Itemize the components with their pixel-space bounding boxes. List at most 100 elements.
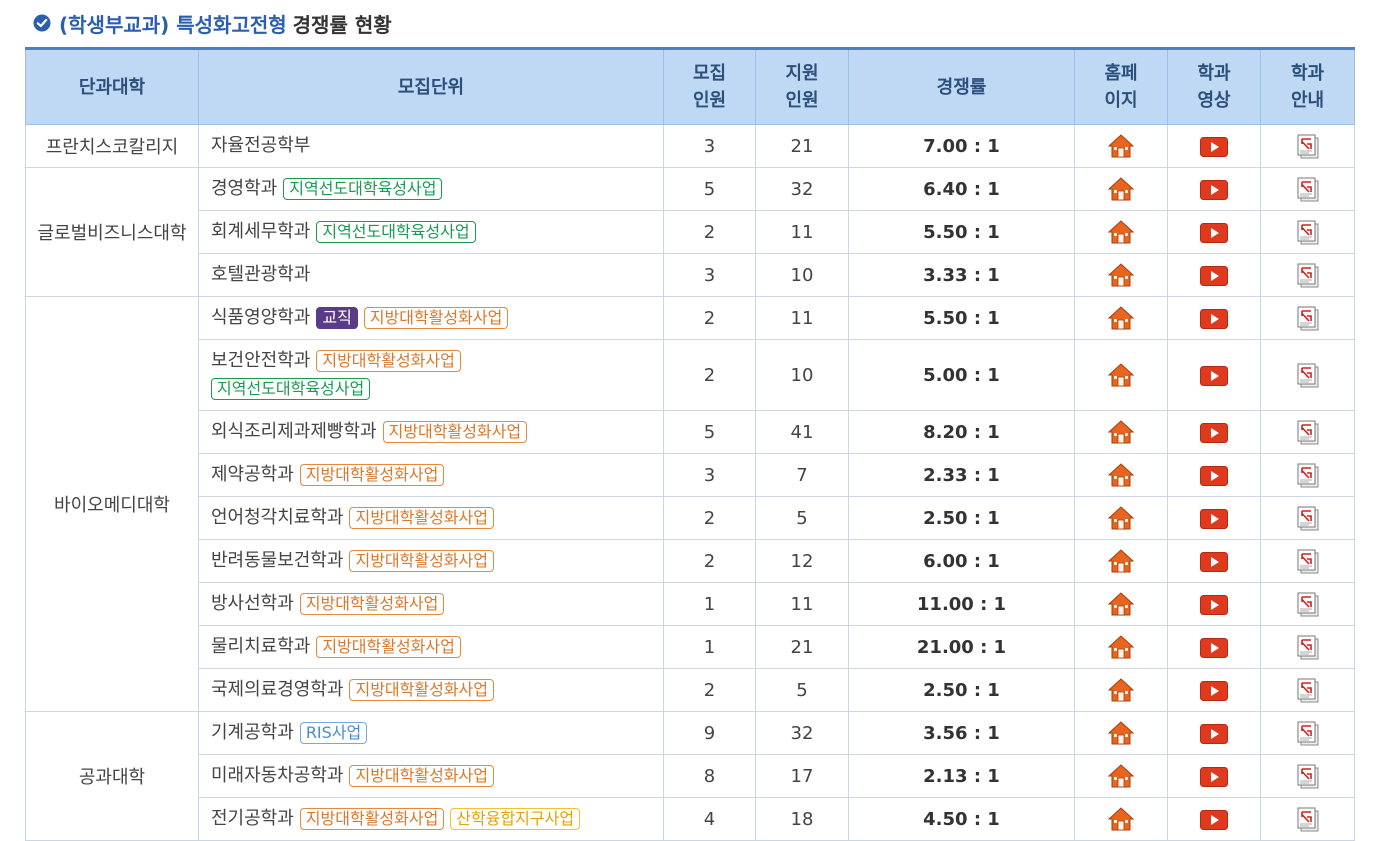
homepage-cell [1074, 124, 1168, 168]
guide-cell [1260, 496, 1355, 540]
quota-cell: 5 [663, 167, 756, 211]
unit-cell: 국제의료경영학과 지방대학활성화사업 [198, 668, 664, 712]
table-row: 글로벌비즈니스대학 경영학과 지역선도대학육성사업 5 32 6.40 : 1 [25, 167, 1355, 297]
project-tag: 지방대학활성화사업 [363, 307, 509, 329]
play-icon[interactable] [1200, 551, 1228, 572]
pdf-document-icon[interactable] [1295, 806, 1321, 832]
table-row: 물리치료학과 지방대학활성화사업 1 21 21.00 : 1 [26, 625, 1355, 669]
project-tag: 지역선도대학육성사업 [316, 221, 476, 243]
pdf-document-icon[interactable] [1295, 362, 1321, 388]
unit-cell: 전기공학과 지방대학활성화사업 산학융합지구사업 [198, 797, 664, 841]
ratio-cell: 2.50 : 1 [848, 496, 1075, 540]
home-icon[interactable] [1107, 591, 1135, 617]
play-icon[interactable] [1200, 766, 1228, 787]
unit-name: 국제의료경영학과 [211, 679, 344, 700]
project-tag: 지방대학활성화사업 [349, 765, 494, 787]
play-icon[interactable] [1200, 723, 1228, 744]
home-icon[interactable] [1107, 462, 1135, 488]
pdf-document-icon[interactable] [1295, 419, 1321, 445]
play-icon[interactable] [1200, 508, 1228, 529]
pdf-document-icon[interactable] [1295, 176, 1321, 202]
header-quota: 모집 인원 [663, 48, 756, 125]
project-tag: 지방대학활성화사업 [299, 808, 445, 830]
pdf-document-icon[interactable] [1295, 548, 1321, 574]
unit-name: 제약공학과 [211, 464, 294, 485]
video-cell [1167, 210, 1261, 254]
unit-cell: 호텔관광학과 [198, 253, 664, 297]
video-cell [1167, 539, 1261, 583]
pdf-document-icon[interactable] [1295, 133, 1321, 159]
header-applied: 지원 인원 [755, 48, 849, 125]
pdf-document-icon[interactable] [1295, 634, 1321, 660]
pdf-document-icon[interactable] [1295, 505, 1321, 531]
home-icon[interactable] [1107, 677, 1135, 703]
guide-cell [1260, 296, 1355, 340]
homepage-cell [1074, 296, 1168, 340]
home-icon[interactable] [1107, 219, 1135, 245]
home-icon[interactable] [1107, 548, 1135, 574]
home-icon[interactable] [1107, 806, 1135, 832]
play-icon[interactable] [1200, 179, 1228, 200]
table-row: 회계세무학과 지역선도대학육성사업 2 11 5.50 : 1 [26, 210, 1355, 254]
play-icon[interactable] [1200, 136, 1228, 157]
play-icon[interactable] [1200, 365, 1228, 386]
home-icon[interactable] [1107, 133, 1135, 159]
unit-name: 방사선학과 [211, 593, 294, 614]
header-unit: 모집단위 [198, 48, 664, 125]
table-row: 미래자동차공학과 지방대학활성화사업 8 17 2.13 : 1 [26, 754, 1355, 798]
video-cell [1167, 124, 1261, 168]
play-icon[interactable] [1200, 809, 1228, 830]
applied-cell: 10 [755, 253, 849, 297]
home-icon[interactable] [1107, 305, 1135, 331]
quota-cell: 1 [663, 582, 756, 626]
home-icon[interactable] [1107, 720, 1135, 746]
quota-cell: 8 [663, 754, 756, 798]
pdf-document-icon[interactable] [1295, 591, 1321, 617]
video-cell [1167, 339, 1261, 411]
project-tag: RIS사업 [299, 722, 368, 744]
unit-cell: 보건안전학과 지방대학활성화사업 지역선도대학육성사업 [198, 339, 664, 411]
homepage-cell [1074, 253, 1168, 297]
guide-cell [1260, 339, 1355, 411]
home-icon[interactable] [1107, 763, 1135, 789]
guide-cell [1260, 711, 1355, 755]
quota-cell: 2 [663, 339, 756, 411]
play-icon[interactable] [1200, 637, 1228, 658]
play-icon[interactable] [1200, 308, 1228, 329]
pdf-document-icon[interactable] [1295, 305, 1321, 331]
college-cell: 공과대학 [25, 711, 199, 841]
table-row: 외식조리제과제빵학과 지방대학활성화사업 5 41 8.20 : 1 [26, 410, 1355, 454]
homepage-cell [1074, 625, 1168, 669]
applied-cell: 18 [755, 797, 849, 841]
home-icon[interactable] [1107, 634, 1135, 660]
home-icon[interactable] [1107, 176, 1135, 202]
home-icon[interactable] [1107, 419, 1135, 445]
video-cell [1167, 668, 1261, 712]
pdf-document-icon[interactable] [1295, 462, 1321, 488]
play-icon[interactable] [1200, 680, 1228, 701]
play-icon[interactable] [1200, 594, 1228, 615]
home-icon[interactable] [1107, 362, 1135, 388]
project-tag: 지방대학활성화사업 [382, 421, 528, 443]
applied-cell: 17 [755, 754, 849, 798]
play-icon[interactable] [1200, 422, 1228, 443]
ratio-cell: 8.20 : 1 [848, 410, 1075, 454]
home-icon[interactable] [1107, 262, 1135, 288]
ratio-cell: 6.40 : 1 [848, 167, 1075, 211]
table-row: 보건안전학과 지방대학활성화사업 지역선도대학육성사업 2 10 5.00 : 1 [26, 339, 1355, 411]
ratio-cell: 2.33 : 1 [848, 453, 1075, 497]
quota-cell: 2 [663, 668, 756, 712]
play-icon[interactable] [1200, 222, 1228, 243]
quota-cell: 9 [663, 711, 756, 755]
pdf-document-icon[interactable] [1295, 219, 1321, 245]
pdf-document-icon[interactable] [1295, 262, 1321, 288]
ratio-cell: 3.33 : 1 [848, 253, 1075, 297]
pdf-document-icon[interactable] [1295, 720, 1321, 746]
play-icon[interactable] [1200, 465, 1228, 486]
pdf-document-icon[interactable] [1295, 763, 1321, 789]
pdf-document-icon[interactable] [1295, 677, 1321, 703]
play-icon[interactable] [1200, 265, 1228, 286]
home-icon[interactable] [1107, 505, 1135, 531]
project-tag: 지역선도대학육성사업 [211, 378, 371, 400]
unit-cell: 언어청각치료학과 지방대학활성화사업 [198, 496, 664, 540]
